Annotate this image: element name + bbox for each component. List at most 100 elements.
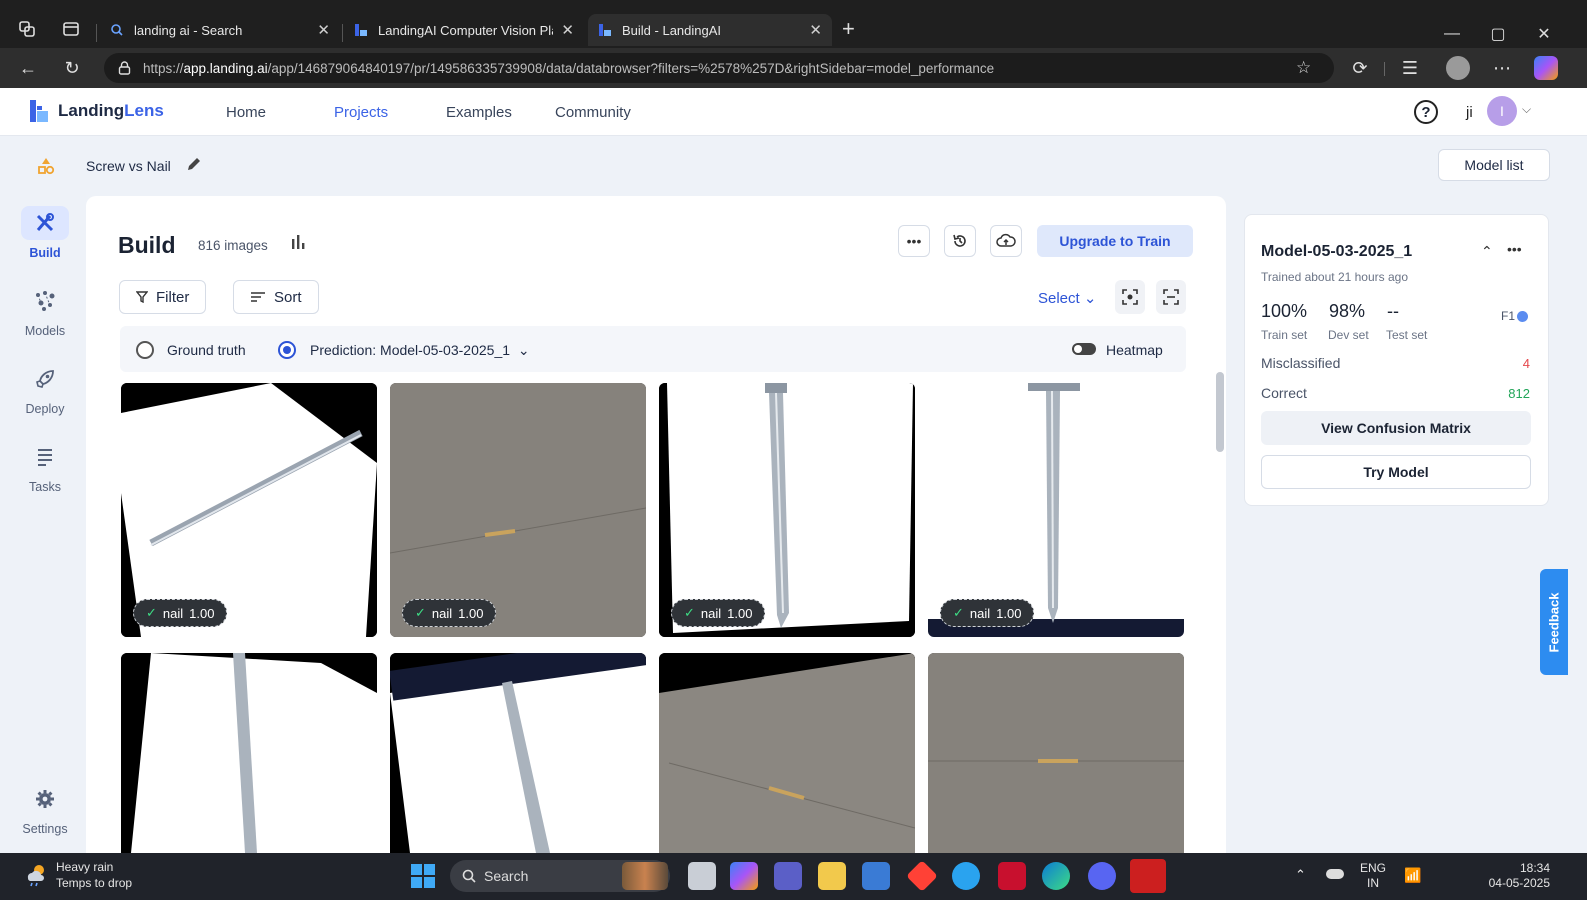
office-app-icon[interactable] xyxy=(906,860,938,892)
store-icon[interactable] xyxy=(862,862,890,890)
prediction-radio[interactable] xyxy=(278,341,296,359)
avatar[interactable]: I xyxy=(1487,96,1517,126)
landinglens-logo[interactable]: Landing Lens xyxy=(28,98,164,124)
image-thumbnail[interactable]: ✓ nail 1.00 xyxy=(121,383,377,637)
chevron-down-icon[interactable]: ⌵ xyxy=(1522,102,1531,117)
misclassified-count[interactable]: 4 xyxy=(1523,356,1530,371)
tab-label: Build - LandingAI xyxy=(622,22,722,38)
image-thumbnail[interactable]: ✓ nail 1.00 xyxy=(928,383,1184,637)
chrome-app-icon[interactable] xyxy=(952,862,980,890)
prediction-badge: ✓ nail 1.00 xyxy=(133,599,228,627)
prediction-model-dropdown[interactable]: Prediction: Model-05-03-2025_1 ⌄ xyxy=(310,342,530,359)
file-explorer-icon[interactable] xyxy=(818,862,846,890)
refresh-icon[interactable]: ↻ xyxy=(58,54,86,82)
image-thumbnail[interactable] xyxy=(121,653,377,853)
rail-settings[interactable]: Settings xyxy=(12,782,78,836)
check-icon: ✓ xyxy=(146,605,157,620)
more-icon[interactable]: ⋯ xyxy=(1488,54,1516,82)
nav-projects[interactable]: Projects xyxy=(334,104,388,121)
model-name: Model-05-03-2025_1 xyxy=(1261,243,1413,260)
workspaces-icon[interactable] xyxy=(18,20,36,38)
search-highlight-icon[interactable] xyxy=(622,862,668,890)
nav-examples[interactable]: Examples xyxy=(446,104,512,121)
try-model-button[interactable]: Try Model xyxy=(1261,455,1531,489)
close-window-icon[interactable]: ✕ xyxy=(1524,20,1564,48)
heatmap-toggle[interactable] xyxy=(1072,343,1096,355)
help-icon[interactable]: ? xyxy=(1414,100,1438,124)
correct-count[interactable]: 812 xyxy=(1508,386,1530,401)
close-icon[interactable]: ✕ xyxy=(809,21,822,39)
image-thumbnail[interactable] xyxy=(390,653,646,853)
nav-home[interactable]: Home xyxy=(226,104,266,121)
extensions-icon[interactable]: ⟳ xyxy=(1346,54,1374,82)
tab-build-landingai[interactable]: Build - LandingAI ✕ xyxy=(588,14,832,46)
tab-actions-icon[interactable] xyxy=(62,20,80,38)
mcafee-icon[interactable] xyxy=(998,862,1026,890)
image-thumbnail[interactable] xyxy=(659,653,915,853)
bar-chart-icon[interactable] xyxy=(291,234,307,250)
rail-deploy[interactable]: Deploy xyxy=(12,362,78,416)
metric-selector[interactable]: F1 xyxy=(1501,309,1529,323)
language-indicator[interactable]: ENG IN xyxy=(1360,861,1386,891)
edit-pencil-icon[interactable] xyxy=(186,156,202,172)
fullscreen-select-icon[interactable] xyxy=(1156,280,1186,314)
windows-start-icon[interactable] xyxy=(410,863,436,889)
upgrade-to-train-button[interactable]: Upgrade to Train xyxy=(1037,225,1193,257)
chevron-up-icon[interactable]: ⌃ xyxy=(1295,867,1306,883)
copilot-app-icon[interactable] xyxy=(730,862,758,890)
task-view-icon[interactable] xyxy=(688,862,716,890)
feedback-tab[interactable]: Feedback xyxy=(1540,569,1568,675)
close-icon[interactable]: ✕ xyxy=(561,21,574,39)
badge-score: 1.00 xyxy=(189,605,215,621)
weather-widget[interactable]: Heavy rain Temps to drop xyxy=(24,859,132,891)
dev-set-score: 98% xyxy=(1329,301,1366,321)
tab-search[interactable]: landing ai - Search ✕ xyxy=(100,14,340,46)
project-name: Screw vs Nail xyxy=(86,158,171,174)
rail-models[interactable]: Models xyxy=(12,284,78,338)
wifi-volume-battery-icon[interactable]: 📶 xyxy=(1404,867,1427,884)
image-thumbnail[interactable] xyxy=(928,653,1184,853)
logo-icon xyxy=(28,98,50,124)
nav-community[interactable]: Community xyxy=(555,104,631,121)
sort-button[interactable]: Sort xyxy=(233,280,319,314)
smart-select-icon[interactable] xyxy=(1115,280,1145,314)
minimize-icon[interactable]: — xyxy=(1432,20,1472,48)
rail-tasks[interactable]: Tasks xyxy=(12,440,78,494)
scrollbar-thumb[interactable] xyxy=(1216,372,1224,452)
clock[interactable]: 18:34 04-05-2025 xyxy=(1484,861,1550,891)
model-list-button[interactable]: Model list xyxy=(1438,149,1550,181)
image-count: 816 images xyxy=(198,238,268,253)
view-confusion-matrix-button[interactable]: View Confusion Matrix xyxy=(1261,411,1531,445)
cloud-upload-icon[interactable] xyxy=(990,225,1022,257)
misclassified-label: Misclassified xyxy=(1261,355,1341,371)
image-thumbnail[interactable]: ✓ nail 1.00 xyxy=(659,383,915,637)
profile-icon[interactable] xyxy=(1446,56,1470,80)
back-icon[interactable]: ← xyxy=(14,54,42,82)
chevron-up-icon[interactable]: ⌃ xyxy=(1481,243,1493,260)
image-thumbnail[interactable]: ✓ nail 1.00 xyxy=(390,383,646,637)
cloud-icon[interactable] xyxy=(1326,869,1344,879)
copilot-icon[interactable] xyxy=(1534,56,1558,80)
tab-landingai-platform[interactable]: LandingAI Computer Vision Platf ✕ xyxy=(344,14,584,46)
edge-icon[interactable] xyxy=(1042,862,1070,890)
favorite-star-icon[interactable]: ☆ xyxy=(1296,58,1311,78)
lock-icon xyxy=(118,61,131,75)
rail-build[interactable]: Build xyxy=(12,206,78,260)
select-dropdown[interactable]: Select ⌄ xyxy=(1038,289,1096,307)
address-bar[interactable]: https://app.landing.ai/app/1468790648401… xyxy=(104,53,1334,83)
sort-icon xyxy=(250,291,266,303)
filter-button[interactable]: Filter xyxy=(119,280,207,314)
close-icon[interactable]: ✕ xyxy=(317,21,330,39)
favorites-icon[interactable]: ☰ xyxy=(1396,54,1424,82)
badge-score: 1.00 xyxy=(996,605,1022,621)
history-icon[interactable] xyxy=(944,225,976,257)
ground-truth-radio[interactable] xyxy=(136,341,154,359)
opera-icon[interactable] xyxy=(1130,859,1166,893)
new-tab-icon[interactable]: + xyxy=(842,16,855,42)
more-options-icon[interactable]: ••• xyxy=(1507,241,1522,257)
maximize-icon[interactable]: ▢ xyxy=(1478,20,1518,48)
more-options-button[interactable]: ••• xyxy=(898,225,930,257)
chevron-down-icon: ⌄ xyxy=(1083,290,1097,307)
discord-icon[interactable] xyxy=(1088,862,1116,890)
teams-icon[interactable] xyxy=(774,862,802,890)
